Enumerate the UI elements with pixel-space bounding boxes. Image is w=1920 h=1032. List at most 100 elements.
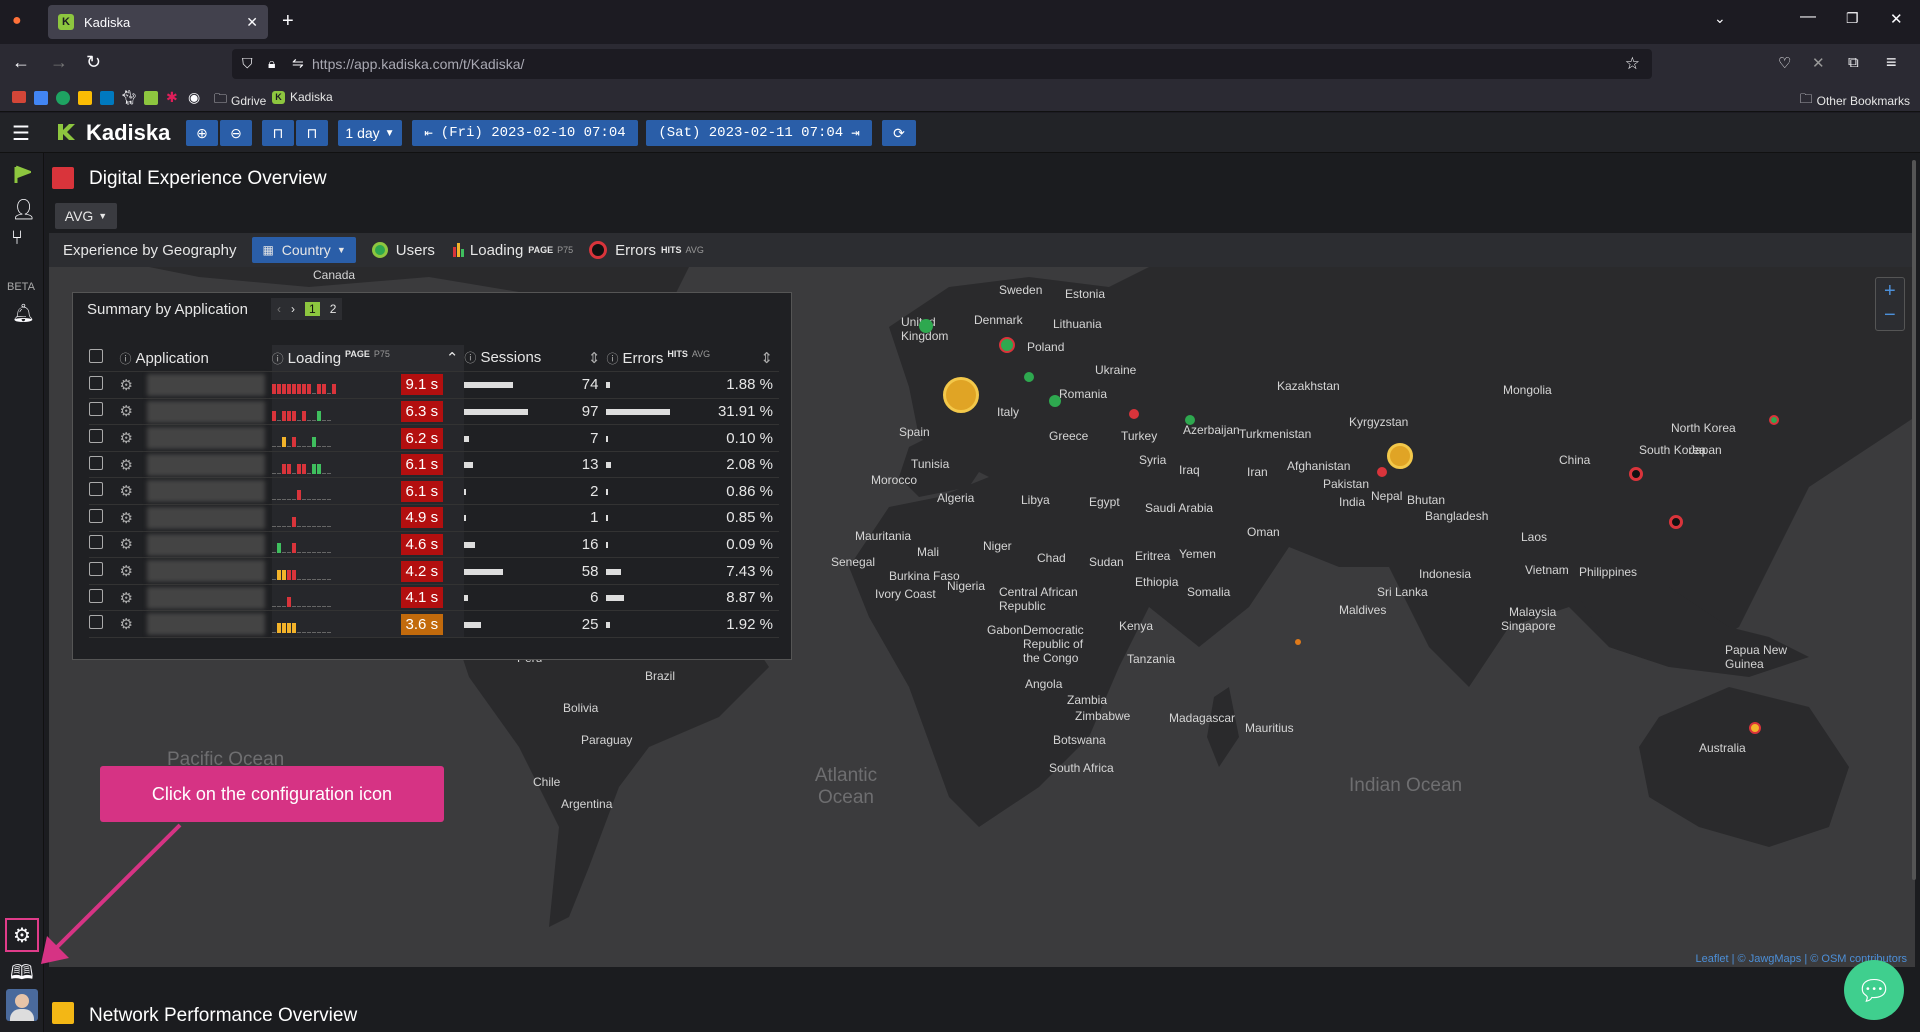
map-marker[interactable] [1377,467,1387,477]
settings-gear-icon[interactable]: ⚙ [119,616,132,633]
range-select[interactable]: 1 day ▼ [338,120,402,146]
bookmark-kadiska[interactable]: K Kadiska [272,90,333,104]
chat-icon[interactable] [56,91,70,105]
row-checkbox[interactable] [89,615,103,630]
table-row[interactable]: ⚙ 6.1 s 13 2.08 % [89,451,779,479]
users-legend[interactable]: Users [396,242,435,259]
settings-gear-icon[interactable]: ⚙ [119,377,132,394]
table-row[interactable]: ⚙ 4.2 s 58 7.43 % [89,557,779,585]
page-2[interactable]: 2 [330,302,337,316]
forward-icon[interactable]: → [50,52,68,73]
slack-icon[interactable]: ✱ [166,89,178,106]
zoom-in-button[interactable]: ⊕ [186,120,218,146]
lock-icon[interactable]: 🔒︎ [268,55,275,72]
application-cell[interactable]: ⚙ [119,477,272,506]
settings-gear-icon[interactable]: ⚙ [119,536,132,553]
application-cell[interactable]: ⚙ [119,531,272,559]
map-marker[interactable] [1629,467,1643,481]
settings-gear-icon[interactable]: ⚙ [119,590,132,607]
map-marker[interactable] [1749,722,1761,734]
next-page-icon[interactable]: › [291,302,295,316]
list-tabs-icon[interactable]: ⌄ [1714,10,1726,27]
settings-gear-icon[interactable]: ⚙ [119,457,132,474]
application-cell[interactable]: ⚙ [119,584,272,612]
settings-gear-icon[interactable]: ⚙ [119,483,132,500]
minimize-icon[interactable]: — [1800,8,1816,26]
refresh-button[interactable]: ⟳ [882,120,916,146]
avatar[interactable] [6,989,38,1021]
shield-icon[interactable]: ⛉ [242,55,253,72]
map-marker[interactable] [943,377,979,413]
sort-icon[interactable]: ⇕ [588,349,601,367]
map-marker[interactable] [1024,372,1034,382]
table-row[interactable]: ⚙ 4.9 s 1 0.85 % [89,504,779,532]
application-cell[interactable]: ⚙ [119,557,272,585]
url-bar[interactable]: ⛉ 🔒︎ ⇋ https://app.kadiska.com/t/Kadiska… [232,49,1652,79]
back-icon[interactable]: ← [12,52,30,73]
bell-icon[interactable]: 🔔︎ [12,303,35,324]
aggregation-select[interactable]: AVG ▼ [55,203,117,229]
map-marker[interactable] [1387,443,1413,469]
map-marker[interactable] [1049,395,1061,407]
map-marker[interactable] [1769,415,1779,425]
application-cell[interactable]: ⚙ [119,398,272,426]
drive-icon[interactable] [78,91,92,105]
map-zoom-in-icon[interactable]: + [1884,280,1896,303]
zoom-out-button[interactable]: ⊖ [220,120,252,146]
cat-icon[interactable]: 🐈︎ [120,89,138,106]
row-checkbox[interactable] [89,375,103,390]
github-icon[interactable]: ◉ [188,89,200,106]
reload-icon[interactable]: ↻ [86,52,101,73]
map-marker[interactable] [999,337,1015,353]
user-icon[interactable]: 👤︎ [11,197,36,222]
row-checkbox[interactable] [89,402,103,417]
settings-gear-icon[interactable]: ⚙ [119,510,132,527]
url-text[interactable]: https://app.kadiska.com/t/Kadiska/ [312,56,524,72]
col-errors[interactable]: ⓘ Errors HITS AVG ⇕ [606,345,779,373]
col-loading[interactable]: ⓘ Loading PAGE P75 ⌃ [271,345,465,373]
bookmark-gdrive[interactable]: 🗀 Gdrive [214,90,266,112]
map-marker[interactable] [1185,415,1195,425]
col-application[interactable]: ⓘ Application [119,345,272,373]
row-checkbox[interactable] [89,455,103,470]
permissions-icon[interactable]: ⇋ [292,55,304,72]
hamburger-menu-icon[interactable]: ☰ [12,121,30,146]
col-sessions[interactable]: ⓘ Sessions ⇕ [464,345,607,373]
map-marker[interactable] [1669,515,1683,529]
lock-right-button[interactable]: ⊓ [296,120,328,146]
table-row[interactable]: ⚙ 9.1 s 74 1.88 % [89,371,779,399]
settings-gear-icon[interactable]: ⚙ [119,403,132,420]
restore-icon[interactable]: ❐ [1846,10,1859,27]
application-cell[interactable]: ⚙ [119,610,272,639]
sort-icon[interactable]: ⇕ [760,349,773,367]
table-row[interactable]: ⚙ 6.3 s 97 31.91 % [89,398,779,426]
loading-legend[interactable]: Loading [470,242,523,259]
row-checkbox[interactable] [89,429,103,444]
row-checkbox[interactable] [89,482,103,497]
map-zoom-out-icon[interactable]: − [1884,304,1896,327]
application-cell[interactable]: ⚙ [119,424,272,452]
calendar-icon[interactable] [34,91,48,105]
network-icon[interactable]: ⑂ [11,227,23,250]
table-row[interactable]: ⚙ 6.2 s 7 0.10 % [89,424,779,452]
errors-legend[interactable]: Errors [615,242,656,259]
pocket-icon[interactable]: ♡ [1778,54,1791,72]
application-cell[interactable]: ⚙ [119,371,272,399]
row-checkbox[interactable] [89,508,103,523]
book-icon[interactable]: 🕮 [10,958,34,992]
sort-up-icon[interactable]: ⌃ [446,349,459,367]
map-marker[interactable] [919,319,933,333]
application-cell[interactable]: ⚙ [119,504,272,532]
extensions-puzzle-icon[interactable]: ⧉ [1848,54,1859,71]
extension-icon[interactable]: ✕ [1812,54,1825,72]
trello-icon[interactable] [100,91,114,105]
select-all-checkbox[interactable] [89,349,103,364]
browser-tab[interactable]: K Kadiska ✕ [48,5,268,39]
chat-widget-button[interactable]: 💬︎ [1844,960,1904,1020]
row-checkbox[interactable] [89,535,103,550]
new-tab-icon[interactable]: + [282,10,294,33]
settings-gear-icon[interactable]: ⚙ [119,430,132,447]
table-row[interactable]: ⚙ 6.1 s 2 0.86 % [89,477,779,506]
prev-page-icon[interactable]: ‹ [277,302,281,316]
configuration-button[interactable]: ⚙ [5,918,39,952]
